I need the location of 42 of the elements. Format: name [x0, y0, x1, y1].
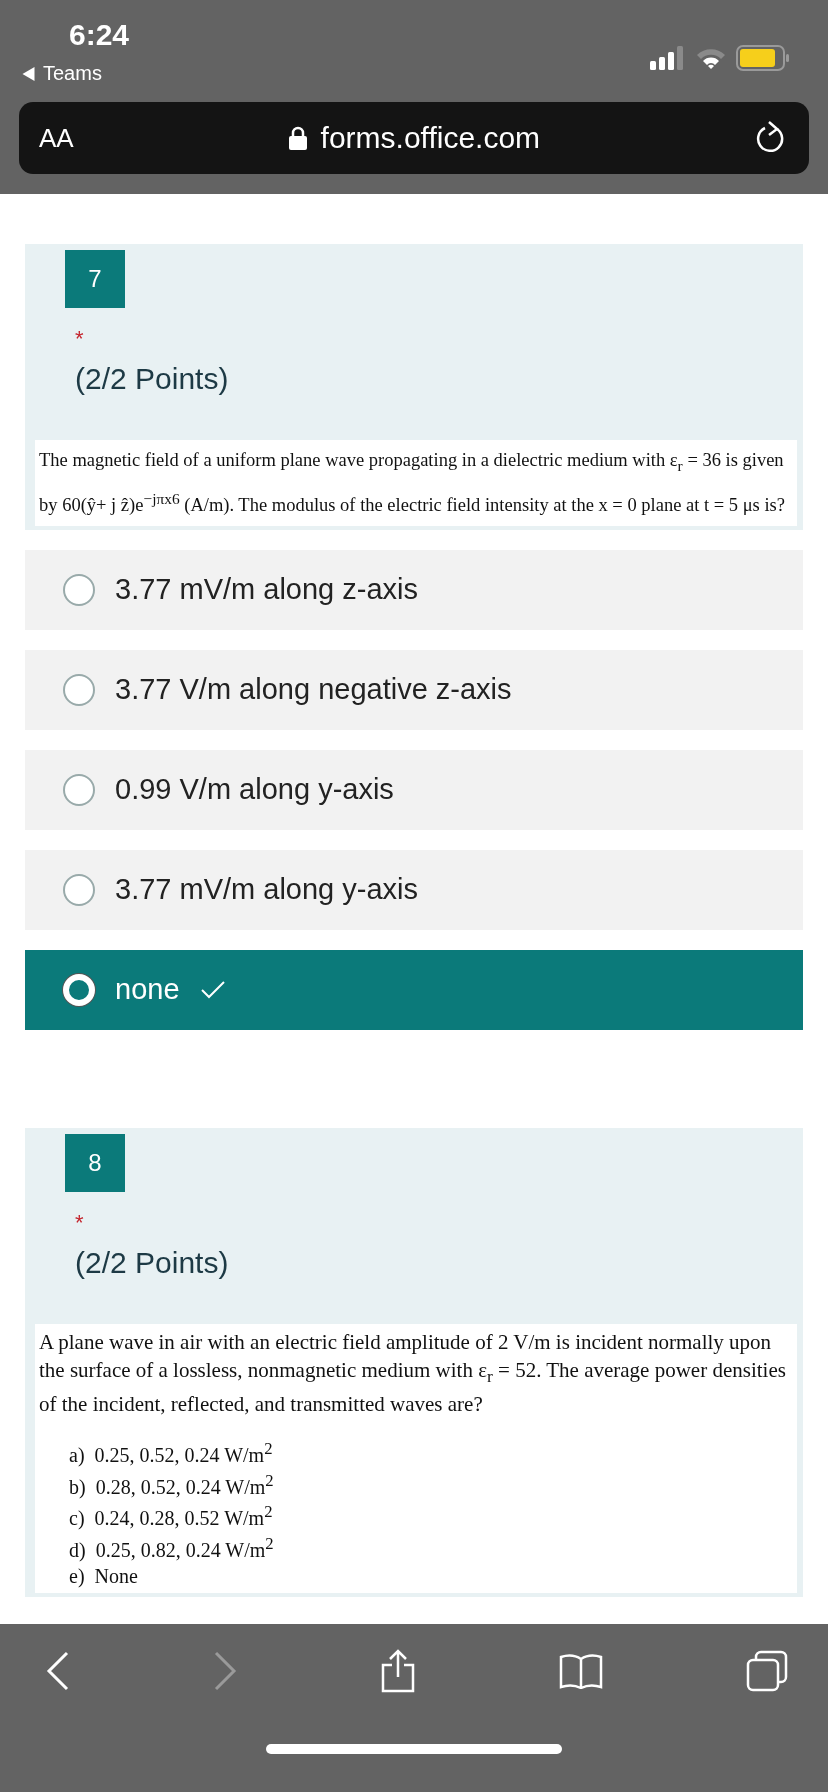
answer-choice-text: c) 0.24, 0.28, 0.52 W/m$^{2}$ — [69, 1501, 274, 1531]
question-text: A plane wave in air with an electric field amplitude of 2 V/m is incident normally upon the surface of a lossless, nonmagnetic medium with ε$_{r}$ = 52. The average power densities of the incident, reflected, and transmitted waves are? — [39, 1328, 787, 1419]
answer-choice-text: d) 0.25, 0.82, 0.24 W/m$^{2}$ — [69, 1533, 275, 1563]
back-triangle-icon — [22, 66, 35, 81]
text-size-button[interactable]: AA — [39, 122, 74, 154]
option-label: none — [115, 973, 180, 1007]
option-label: 0.99 V/m along y-axis — [115, 773, 394, 807]
question-number: 8 — [65, 1133, 125, 1192]
address-bar[interactable]: AA forms.office.com — [19, 102, 809, 174]
radio-button[interactable] — [63, 773, 95, 806]
option-label: 3.77 mV/m along y-axis — [115, 873, 418, 907]
question-number: 7 — [65, 250, 125, 308]
clock-time: 6:24 — [68, 18, 130, 52]
checkmark-icon — [199, 979, 226, 1000]
points-label: (2/2 Points) — [75, 1245, 229, 1280]
wifi-icon — [696, 47, 726, 69]
required-mark: * — [75, 326, 84, 352]
points-label: (2/2 Points) — [75, 362, 229, 396]
share-icon[interactable] — [380, 1649, 416, 1693]
answer-choice-text: b) 0.28, 0.52, 0.24 W/m$^{2}$ — [69, 1469, 275, 1500]
option-label: 3.77 mV/m along z-axis — [115, 573, 418, 607]
required-mark: * — [75, 1209, 84, 1236]
option-label: 3.77 V/m along negative z-axis — [115, 673, 512, 707]
battery-icon — [736, 45, 790, 71]
radio-button[interactable] — [63, 673, 95, 706]
answer-option[interactable]: 3.77 mV/m along y-axis — [25, 849, 803, 930]
url-text: forms.office.com — [320, 121, 541, 155]
answer-option[interactable]: none — [25, 949, 803, 1030]
back-chevron-icon[interactable] — [46, 1651, 70, 1691]
radio-button[interactable] — [63, 873, 95, 906]
lock-icon — [288, 126, 307, 150]
radio-button[interactable] — [63, 573, 95, 606]
question-text: The magnetic field of a uniform plane wave propagating in a dielectric medium with ε$_{r}$ = 36 is given by 60(ŷ+ j ẑ)e$^{−jπx6}$ (A/m). The modulus of the electric field intensity at the x = 0 plane at t = 5 μs is? — [39, 449, 786, 517]
answer-option[interactable]: 0.99 V/m along y-axis — [25, 749, 803, 830]
answer-choice-text: e) None — [69, 1563, 139, 1589]
signal-icon — [650, 46, 686, 70]
answer-choice-text: a) 0.25, 0.52, 0.24 W/m$^{2}$ — [69, 1438, 274, 1468]
back-to-app-link[interactable]: Teams — [22, 62, 130, 85]
bookmarks-icon[interactable] — [559, 1653, 603, 1689]
answer-option[interactable]: 3.77 V/m along negative z-axis — [25, 649, 803, 730]
tabs-icon[interactable] — [746, 1650, 788, 1692]
answer-option[interactable]: 3.77 mV/m along z-axis — [25, 549, 803, 630]
